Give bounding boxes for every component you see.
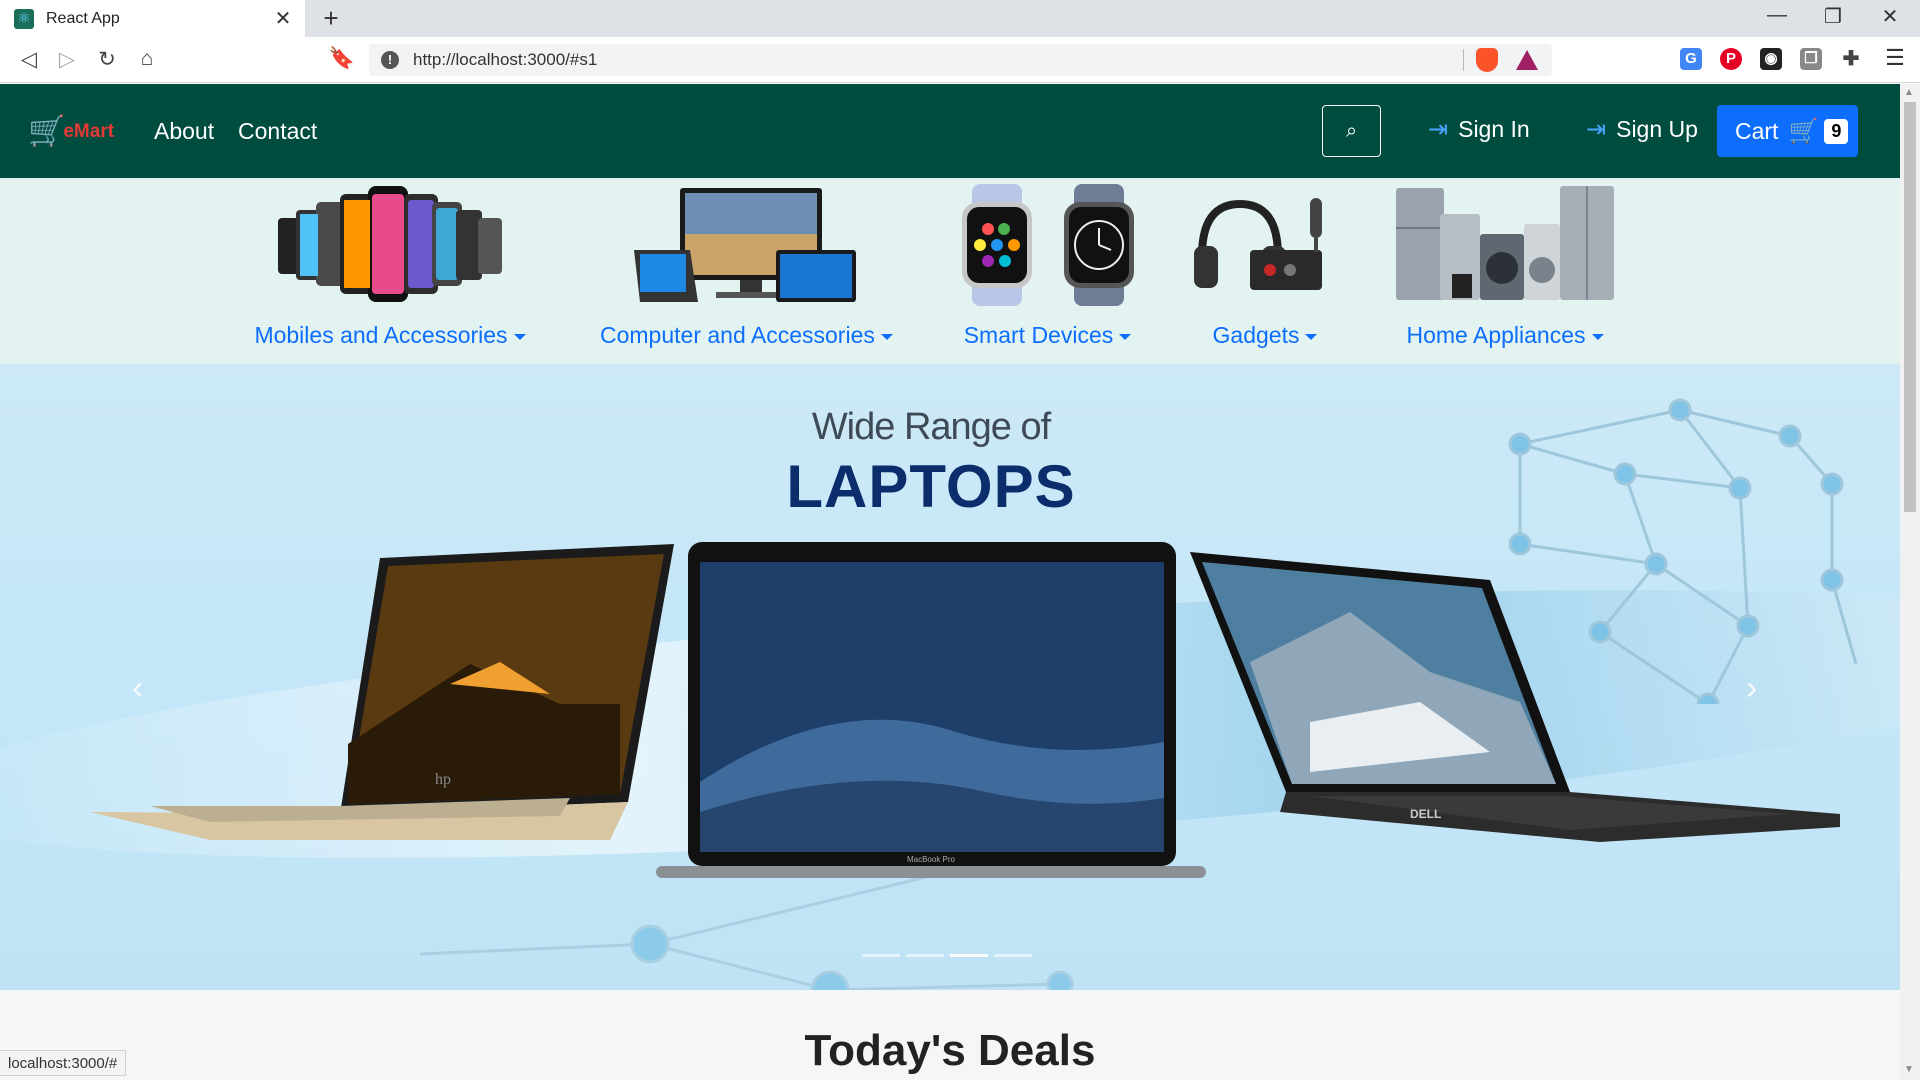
scroll-down-icon[interactable]: ▼ xyxy=(1904,1064,1914,1075)
category-mobiles[interactable]: Mobiles and Accessories xyxy=(250,178,530,349)
carousel-next-icon[interactable]: › xyxy=(1746,669,1757,708)
carousel-indicator[interactable] xyxy=(994,954,1032,957)
pinterest-extension-icon[interactable]: P xyxy=(1720,48,1742,70)
close-tab-icon[interactable]: ✕ xyxy=(271,6,295,31)
reload-icon[interactable]: ↻ xyxy=(92,47,122,72)
browser-tab[interactable]: ⚛ React App ✕ xyxy=(0,0,305,37)
extensions-puzzle-icon[interactable]: ✚ xyxy=(1840,48,1862,70)
copy-extension-icon[interactable]: ❐ xyxy=(1800,48,1822,70)
category-label-home-appliances[interactable]: Home Appliances xyxy=(1380,322,1630,349)
category-gadgets[interactable]: Gadgets xyxy=(1190,178,1340,349)
nav-link-contact[interactable]: Contact xyxy=(238,118,317,145)
hp-laptop-image: hp xyxy=(90,544,674,840)
category-label-computers[interactable]: Computer and Accessories xyxy=(600,322,893,349)
page-scrollbar[interactable]: ▲ ▼ xyxy=(1900,84,1920,1080)
search-icon: ⌕ xyxy=(1345,120,1358,142)
sign-in-label: Sign In xyxy=(1458,116,1530,142)
home-appliances-image xyxy=(1392,184,1618,306)
computers-image xyxy=(630,184,860,306)
address-bar[interactable]: ! http://localhost:3000/#s1 xyxy=(369,44,1552,76)
brave-rewards-icon[interactable] xyxy=(1516,50,1538,70)
carousel-indicator[interactable] xyxy=(862,954,900,957)
sign-in-button[interactable]: ⇥ Sign In xyxy=(1428,115,1530,144)
todays-deals-heading: Today's Deals xyxy=(804,1026,1096,1075)
browser-tab-bar: ⚛ React App ✕ + — ❐ ✕ xyxy=(0,0,1920,37)
home-icon[interactable]: ⌂ xyxy=(132,47,162,71)
nav-link-about[interactable]: About xyxy=(154,118,214,145)
search-button[interactable]: ⌕ xyxy=(1322,105,1381,157)
site-navbar: 🛒 eMart About Contact ⌕ ⇥ Sign In ⇥ Sign… xyxy=(0,84,1900,178)
dell-laptop-image: DELL xyxy=(1190,552,1840,842)
category-smart-devices[interactable]: Smart Devices xyxy=(940,178,1155,349)
carousel-indicator[interactable] xyxy=(906,954,944,957)
cart-icon: 🛒 xyxy=(1788,117,1819,145)
translate-extension-icon[interactable]: G xyxy=(1680,48,1702,70)
macbook-laptop-image: MacBook Pro xyxy=(656,542,1206,878)
page-viewport: 🛒 eMart About Contact ⌕ ⇥ Sign In ⇥ Sign… xyxy=(0,84,1900,1080)
chevron-down-icon xyxy=(1305,333,1318,340)
bookmark-icon[interactable]: 🔖 xyxy=(327,47,357,71)
minimize-button[interactable]: — xyxy=(1757,4,1797,27)
cart-count-badge: 9 xyxy=(1824,118,1849,144)
hero-heading-line1: Wide Range of xyxy=(811,406,1051,448)
sign-up-button[interactable]: ⇥ Sign Up xyxy=(1586,115,1698,144)
scrollbar-thumb[interactable] xyxy=(1904,102,1916,512)
back-icon[interactable]: ◁ xyxy=(14,47,44,72)
hero-heading-line2: LAPTOPS xyxy=(786,453,1076,520)
restore-button[interactable]: ❐ xyxy=(1813,4,1853,29)
brand-name: eMart xyxy=(63,120,115,142)
new-tab-button[interactable]: + xyxy=(316,3,346,34)
category-label-smart-devices[interactable]: Smart Devices xyxy=(940,322,1155,349)
cart-button[interactable]: Cart 🛒 9 xyxy=(1717,105,1858,157)
close-window-button[interactable]: ✕ xyxy=(1870,4,1910,29)
sign-up-icon: ⇥ xyxy=(1586,116,1607,143)
mobile-phones-image xyxy=(270,184,510,306)
forward-icon[interactable]: ▷ xyxy=(52,47,82,72)
chevron-down-icon xyxy=(513,333,526,340)
sign-in-icon: ⇥ xyxy=(1428,116,1449,143)
chevron-down-icon xyxy=(880,333,893,340)
cart-label: Cart xyxy=(1735,117,1779,144)
address-url[interactable]: http://localhost:3000/#s1 xyxy=(413,50,1463,70)
headphones-gadgets-image xyxy=(1190,184,1340,306)
carousel-indicator[interactable] xyxy=(950,954,988,957)
site-info-icon[interactable]: ! xyxy=(381,51,399,69)
omnibox-divider xyxy=(1463,49,1464,71)
macbook-logo-text: MacBook Pro xyxy=(907,855,956,864)
logo-cart-icon: 🛒 xyxy=(28,115,66,148)
link-status-bar: localhost:3000/# xyxy=(0,1050,127,1076)
category-computers[interactable]: Computer and Accessories xyxy=(600,178,893,349)
brave-shields-icon[interactable] xyxy=(1476,48,1498,72)
category-home-appliances[interactable]: Home Appliances xyxy=(1380,178,1630,349)
carousel-prev-icon[interactable]: ‹ xyxy=(132,669,143,708)
dell-logo-text: DELL xyxy=(1410,807,1441,821)
browser-menu-icon[interactable]: ☰ xyxy=(1880,45,1910,71)
site-logo[interactable]: 🛒 eMart xyxy=(28,114,114,149)
category-strip: Mobiles and Accessories Computer and Acc… xyxy=(0,178,1900,364)
glasses-extension-icon[interactable]: ◉ xyxy=(1760,48,1782,70)
chevron-down-icon xyxy=(1591,333,1604,340)
tab-title: React App xyxy=(46,9,120,27)
react-favicon-icon: ⚛ xyxy=(14,8,34,29)
category-label-mobiles[interactable]: Mobiles and Accessories xyxy=(250,322,530,349)
hp-logo-text: hp xyxy=(435,771,451,788)
scroll-up-icon[interactable]: ▲ xyxy=(1904,87,1914,98)
browser-toolbar: ◁ ▷ ↻ ⌂ 🔖 ! http://localhost:3000/#s1 G … xyxy=(0,37,1920,83)
chevron-down-icon xyxy=(1119,333,1132,340)
hero-carousel: Wide Range of LAPTOPS hp MacBook Pro DEL… xyxy=(0,364,1900,990)
category-label-gadgets[interactable]: Gadgets xyxy=(1190,322,1340,349)
smart-watches-image xyxy=(948,184,1148,306)
sign-up-label: Sign Up xyxy=(1616,116,1698,142)
carousel-indicators xyxy=(862,954,1032,957)
